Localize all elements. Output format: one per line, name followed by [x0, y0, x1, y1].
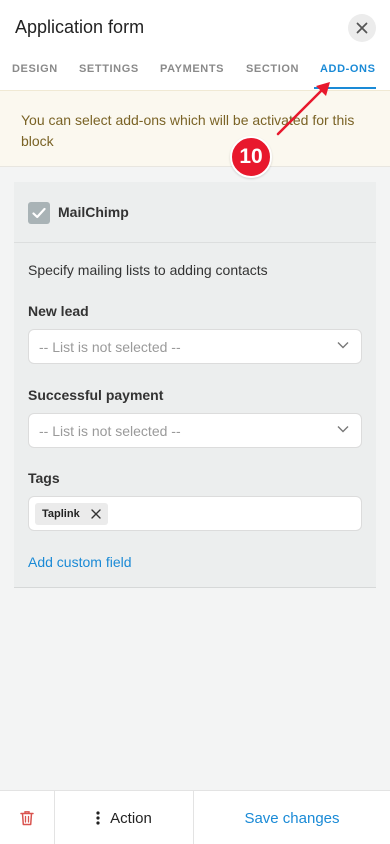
chevron-down-icon: [337, 342, 349, 349]
trash-icon: [20, 811, 34, 826]
addon-card-mailchimp: MailChimp Specify mailing lists to addin…: [14, 182, 376, 588]
tag-label: Taplink: [42, 508, 80, 520]
tab-payments[interactable]: PAYMENTS: [160, 63, 224, 75]
tab-design[interactable]: DESIGN: [12, 63, 58, 75]
successful-payment-label: Successful payment: [28, 387, 164, 403]
delete-button[interactable]: [0, 791, 55, 844]
close-icon: [91, 509, 101, 519]
check-icon: [32, 207, 46, 219]
successful-payment-select[interactable]: -- List is not selected --: [28, 413, 362, 448]
new-lead-select[interactable]: -- List is not selected --: [28, 329, 362, 364]
tab-settings[interactable]: SETTINGS: [79, 63, 139, 75]
remove-tag-button[interactable]: [90, 508, 102, 520]
new-lead-label: New lead: [28, 303, 89, 319]
divider: [14, 242, 376, 243]
app-page: Application form DESIGN SETTINGS PAYMENT…: [0, 0, 390, 844]
tab-add-ons[interactable]: ADD-ONS: [320, 63, 376, 75]
action-menu-button[interactable]: Action: [55, 791, 194, 844]
save-changes-label: Save changes: [244, 809, 340, 827]
step-marker: 10: [230, 136, 272, 178]
annotation-arrow-icon: [276, 82, 330, 136]
tab-section[interactable]: SECTION: [246, 63, 299, 75]
page-title: Application form: [15, 17, 145, 37]
save-changes-button[interactable]: Save changes: [194, 791, 390, 844]
close-button[interactable]: [348, 14, 376, 42]
add-custom-field-link[interactable]: Add custom field: [28, 554, 132, 570]
addon-description: Specify mailing lists to adding contacts: [28, 262, 268, 278]
tag-chip: Taplink: [35, 503, 108, 525]
close-icon: [356, 22, 368, 34]
tags-input[interactable]: Taplink: [28, 496, 362, 531]
addon-name: MailChimp: [58, 204, 129, 220]
new-lead-select-value: -- List is not selected --: [39, 339, 181, 355]
successful-payment-select-value: -- List is not selected --: [39, 423, 181, 439]
tags-label: Tags: [28, 470, 60, 486]
addon-card-header: MailChimp: [14, 182, 376, 242]
mailchimp-checkbox[interactable]: [28, 202, 50, 224]
bottom-action-bar: Action Save changes: [0, 790, 390, 844]
chevron-down-icon: [337, 426, 349, 433]
kebab-icon: [96, 811, 100, 825]
action-label: Action: [110, 809, 152, 827]
